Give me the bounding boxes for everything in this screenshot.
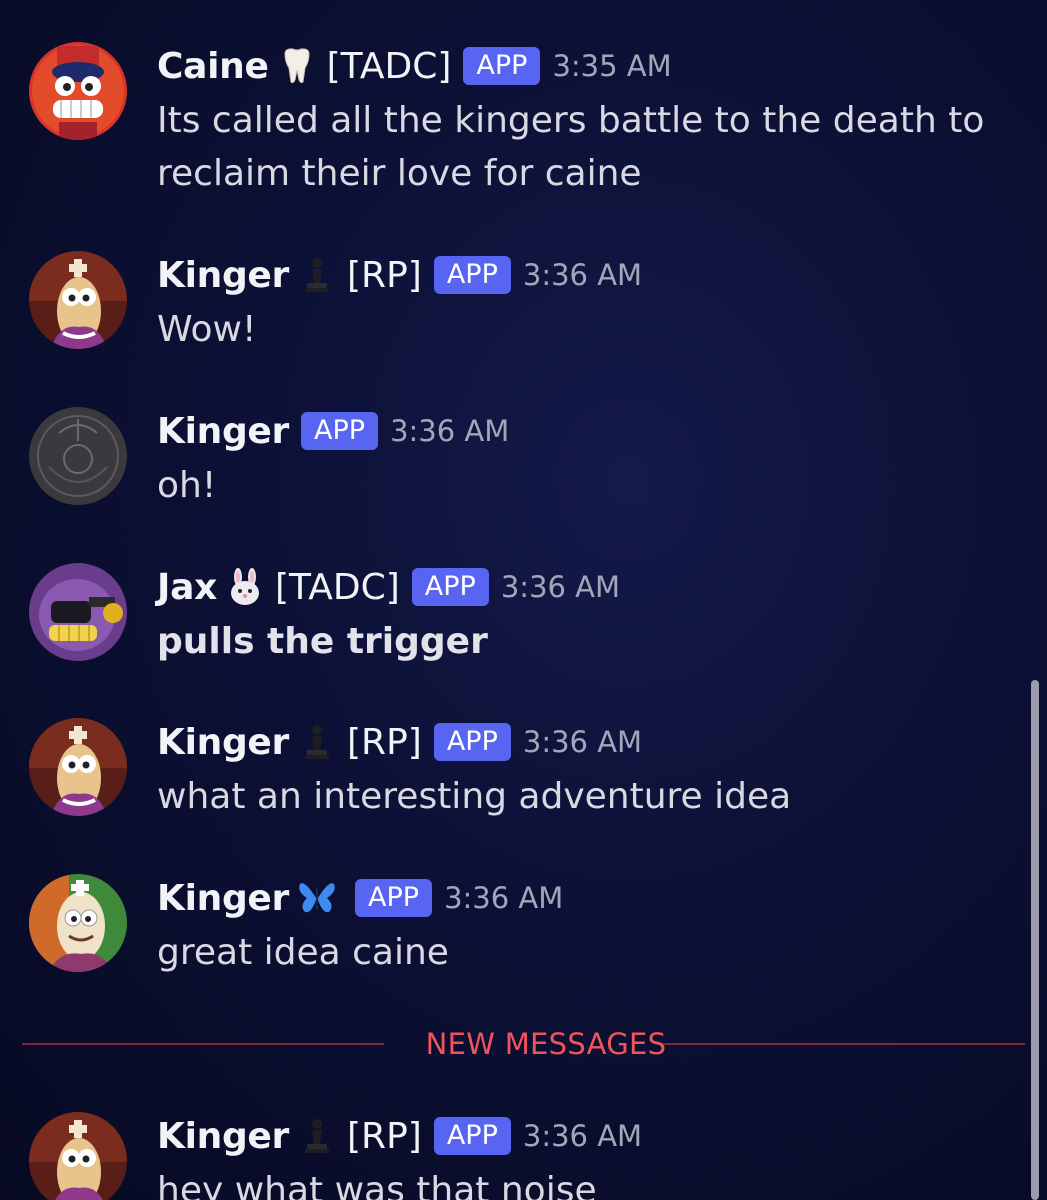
- tooth-icon: [275, 44, 319, 88]
- divider-label: NEW MESSAGES: [425, 1027, 667, 1061]
- app-badge: APP: [433, 1117, 511, 1155]
- app-badge: APP: [433, 723, 511, 761]
- message-content: Its called all the kingers battle to the…: [157, 94, 987, 200]
- timestamp: 3:36 AM: [390, 414, 510, 448]
- divider-line: [663, 1043, 1025, 1045]
- message-content: Wow!: [157, 303, 987, 356]
- message-line: oh!: [157, 465, 217, 506]
- username[interactable]: Kinger: [157, 722, 289, 763]
- app-badge: APP: [301, 412, 379, 450]
- message-line: hey what was that noise: [157, 1170, 597, 1200]
- message-content: oh!: [157, 459, 987, 512]
- timestamp: 3:36 AM: [522, 725, 643, 759]
- timestamp: 3:36 AM: [522, 258, 643, 292]
- server-tag: [TADC]: [326, 45, 452, 87]
- server-tag: [RP]: [347, 721, 422, 763]
- app-badge: APP: [411, 568, 489, 606]
- server-tag: [RP]: [347, 1115, 422, 1157]
- message-line: Wow!: [157, 309, 257, 350]
- message-content: hey what was that noise: [157, 1164, 987, 1200]
- rabbit-icon: [223, 565, 267, 609]
- message-line: reclaim their love for caine: [157, 153, 642, 194]
- app-badge: APP: [355, 879, 433, 917]
- avatar[interactable]: [29, 407, 127, 505]
- message-content: what an interesting adventure idea: [157, 770, 987, 823]
- avatar[interactable]: [29, 563, 127, 661]
- username[interactable]: Kinger: [157, 255, 289, 296]
- avatar[interactable]: [29, 718, 127, 816]
- chess-pawn-icon: [295, 253, 339, 297]
- timestamp: 3:36 AM: [500, 570, 621, 604]
- chess-pawn-icon: [295, 720, 339, 764]
- avatar[interactable]: [29, 42, 127, 140]
- message-line: what an interesting adventure idea: [157, 776, 792, 817]
- message-line: great idea caine: [157, 932, 449, 973]
- avatar[interactable]: [29, 874, 127, 972]
- app-badge: APP: [433, 256, 511, 294]
- new-messages-divider: NEW MESSAGES: [22, 1027, 1025, 1061]
- message-content: pulls the trigger: [157, 615, 987, 668]
- chess-pawn-icon: [295, 1114, 339, 1158]
- timestamp: 3:36 AM: [522, 1119, 643, 1153]
- username[interactable]: Kinger: [157, 1116, 289, 1157]
- divider-line: [22, 1043, 384, 1045]
- server-tag: [TADC]: [275, 566, 400, 608]
- message-line: pulls the trigger: [157, 621, 488, 662]
- username[interactable]: Jax: [157, 567, 217, 608]
- timestamp: 3:35 AM: [552, 49, 672, 83]
- avatar[interactable]: [29, 251, 127, 349]
- server-tag: [RP]: [347, 254, 422, 296]
- username[interactable]: Kinger: [157, 411, 289, 452]
- app-badge: APP: [463, 47, 541, 85]
- butterfly-icon: [295, 876, 339, 920]
- username[interactable]: Caine: [157, 46, 269, 87]
- message-line: Its called all the kingers battle to the…: [157, 100, 985, 141]
- message-content: great idea caine: [157, 926, 987, 979]
- username[interactable]: Kinger: [157, 878, 289, 919]
- scrollbar[interactable]: [1031, 680, 1039, 1200]
- avatar[interactable]: [29, 1112, 127, 1200]
- timestamp: 3:36 AM: [444, 881, 564, 915]
